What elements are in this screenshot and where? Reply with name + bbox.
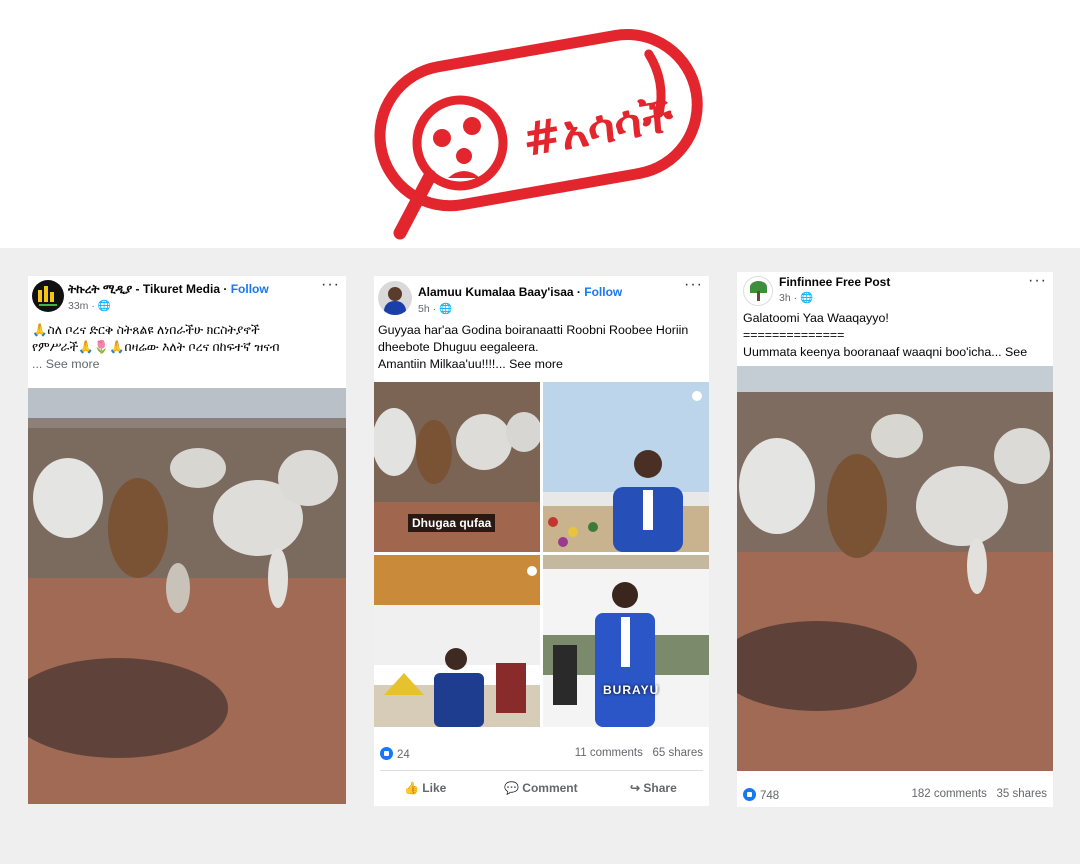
comment-button[interactable]: 💬 Comment (504, 781, 578, 795)
like-reaction-icon (743, 788, 756, 801)
more-options-icon[interactable]: ··· (1028, 272, 1047, 290)
post-time[interactable]: 33m (68, 300, 88, 312)
post-time[interactable]: 5h (418, 303, 430, 315)
reaction-count[interactable]: 24 (397, 749, 410, 761)
stamp-text: #አሳሳች (518, 87, 678, 167)
like-reaction-icon (380, 747, 393, 760)
grid-photo-speaker-stage[interactable]: BURAYU (543, 555, 709, 727)
grid-photo-cattle[interactable]: Dhugaa qufaa (374, 382, 540, 552)
post-caption: 🙏ስለ ቦረና ድርቅ ስትጸልዩ ለነበራችሁ ክርስትያኖች የምሥራች🙏🌷… (32, 323, 280, 371)
page-name[interactable]: Alamuu Kumalaa Baay'isaa · Follow (418, 285, 622, 299)
follow-button[interactable]: Follow (584, 285, 622, 299)
post-card-alamuu: Alamuu Kumalaa Baay'isaa · Follow 5h · 🌐… (374, 276, 709, 806)
divider (380, 770, 703, 771)
cattle-photo[interactable] (28, 388, 346, 804)
globe-icon: 🌐 (97, 300, 111, 312)
grid-photo-preacher[interactable] (374, 555, 540, 727)
comment-bubble-icon: 💬 (504, 781, 519, 795)
cattle-photo[interactable] (737, 366, 1053, 771)
share-count[interactable]: 65 shares (652, 747, 703, 759)
follow-button[interactable]: Follow (231, 282, 269, 296)
more-options-icon[interactable]: ··· (321, 276, 340, 294)
post-time[interactable]: 3h (779, 292, 791, 304)
comment-count[interactable]: 11 comments (575, 747, 643, 759)
page-name[interactable]: Finfinnee Free Post (779, 275, 890, 289)
avatar (378, 281, 412, 315)
magnifier-face-icon (393, 95, 508, 240)
post-card-tikuret: ትኩረት ሚዲያ - Tikuret Media · Follow 33m · … (28, 276, 346, 804)
post-card-finfinnee: Finfinnee Free Post 3h · 🌐 ··· Galatoomi… (737, 272, 1053, 807)
share-count[interactable]: 35 shares (996, 788, 1047, 800)
globe-icon: 🌐 (439, 303, 453, 315)
avatar (743, 276, 773, 306)
banner-text: BURAYU (603, 683, 660, 697)
misleading-stamp: #አሳሳች (374, 28, 703, 240)
comment-count[interactable]: 182 comments (911, 788, 986, 800)
more-options-icon[interactable]: ··· (684, 276, 703, 294)
globe-icon: 🌐 (800, 292, 814, 304)
page-name[interactable]: ትኩረት ሚዲያ - Tikuret Media · Follow (68, 282, 269, 297)
overlay-caption: Dhugaa qufaa (408, 514, 496, 532)
reaction-count[interactable]: 748 (760, 790, 779, 802)
share-arrow-icon: ↪ (630, 781, 641, 795)
post-caption: Guyyaa har'aa Godina boiranaatti Roobni … (378, 323, 689, 371)
avatar (32, 280, 64, 312)
like-button[interactable]: 👍 Like (404, 781, 446, 795)
thumbs-up-icon: 👍 (404, 781, 419, 795)
grid-photo-speaker[interactable] (543, 382, 709, 552)
share-button[interactable]: ↪ Share (630, 781, 677, 795)
